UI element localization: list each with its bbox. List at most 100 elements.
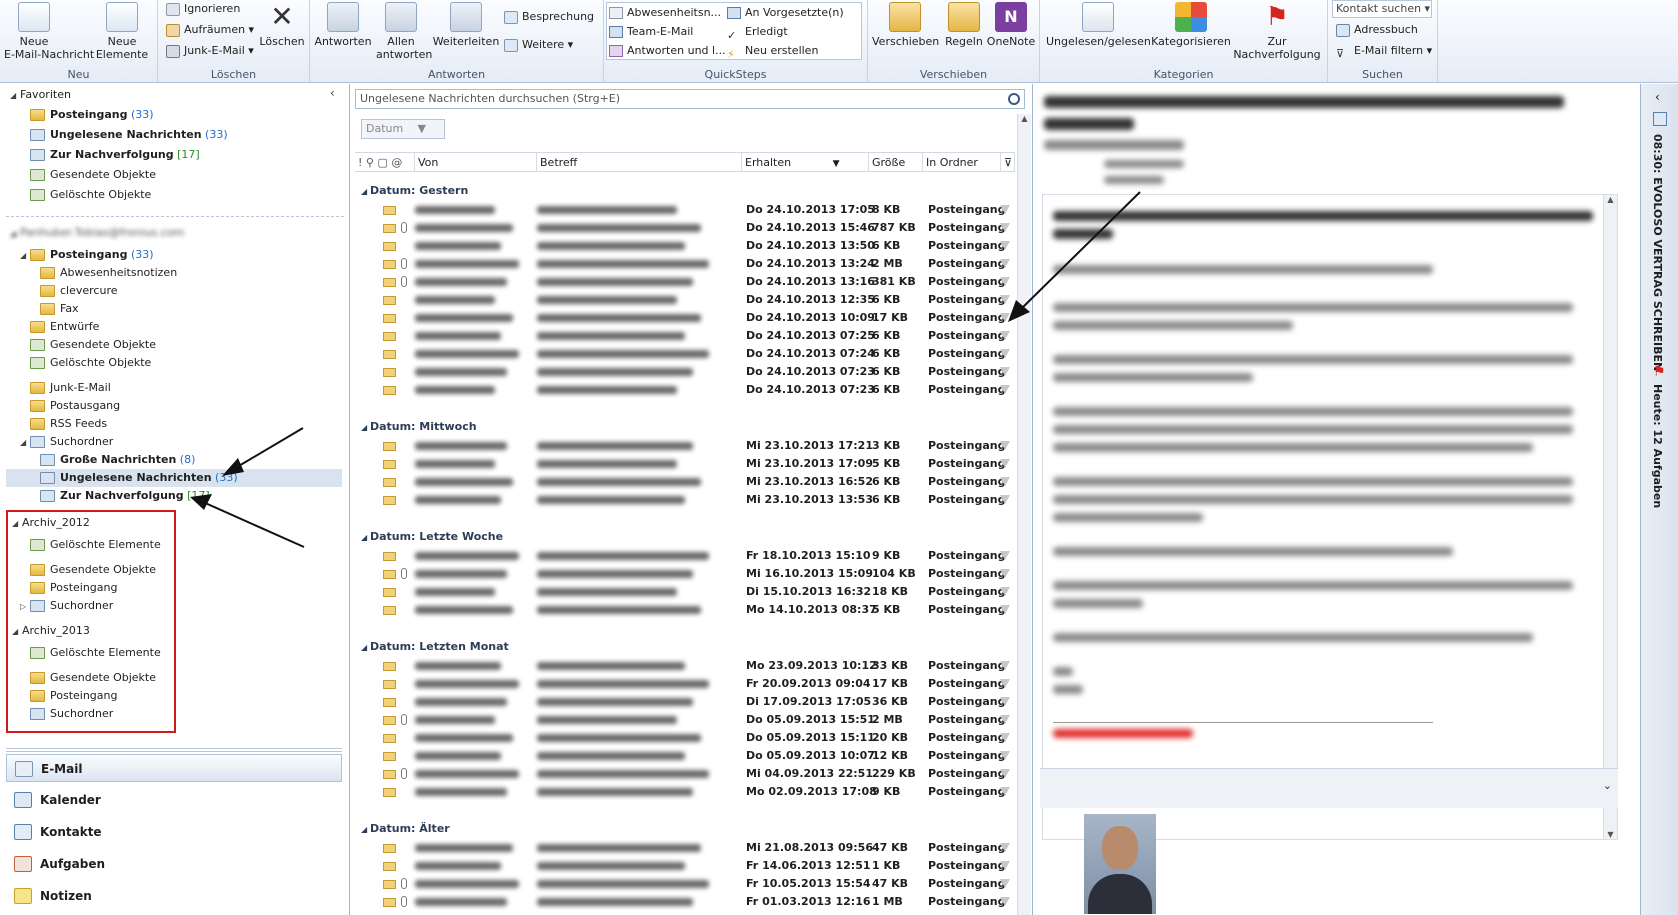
- message-row[interactable]: Mi 23.10.2013 13:53 6 KB Posteingang: [355, 491, 1015, 509]
- flag-icon[interactable]: [1000, 259, 1010, 268]
- message-row[interactable]: Mo 02.09.2013 17:08 9 KB Posteingang: [355, 783, 1015, 801]
- archive-2012-item[interactable]: Gesendete Objekte: [30, 561, 375, 579]
- archive-2012-item[interactable]: Gelöschte Elemente: [30, 536, 375, 554]
- message-row[interactable]: Do 05.09.2013 15:51 2 MB Posteingang: [355, 711, 1015, 729]
- flag-icon[interactable]: [1000, 733, 1010, 742]
- search-input[interactable]: Ungelesene Nachrichten durchsuchen (Strg…: [355, 89, 1025, 109]
- search-folders-root[interactable]: ◢ Suchordner: [20, 433, 365, 451]
- module-tasks[interactable]: Aufgaben: [6, 850, 342, 878]
- search-icon[interactable]: [1008, 93, 1020, 105]
- people-pane-bar[interactable]: ⌄: [1040, 768, 1618, 808]
- qs-done[interactable]: ✓ Erledigt: [727, 22, 788, 42]
- flag-icon[interactable]: [1000, 751, 1010, 760]
- outbox-folder[interactable]: Postausgang: [30, 397, 375, 415]
- message-row[interactable]: Do 05.09.2013 10:07 12 KB Posteingang: [355, 747, 1015, 765]
- rss-folder[interactable]: RSS Feeds: [30, 415, 375, 433]
- flag-icon[interactable]: [1000, 769, 1010, 778]
- new-email-button[interactable]: Neue E-Mail-Nachricht: [4, 2, 94, 61]
- fav-sent[interactable]: Gesendete Objekte: [30, 166, 375, 184]
- categorize-button[interactable]: Kategorisieren: [1150, 2, 1232, 48]
- qs-create-new[interactable]: ⚡ Neu erstellen: [727, 41, 818, 61]
- flag-icon[interactable]: [1000, 569, 1010, 578]
- message-row[interactable]: Do 24.10.2013 07:23 6 KB Posteingang: [355, 381, 1015, 399]
- module-calendar[interactable]: Kalender: [6, 786, 342, 814]
- reply-button[interactable]: Antworten: [314, 2, 372, 48]
- flag-icon[interactable]: [1000, 661, 1010, 670]
- sort-dropdown[interactable]: Datum ▼: [361, 119, 445, 139]
- mailbox-header[interactable]: ◢ Panhuber.Tobias@fronius.com: [10, 224, 355, 242]
- fav-followup[interactable]: Zur Nachverfolgung [17]: [30, 146, 375, 164]
- message-row[interactable]: Fr 20.09.2013 09:04 17 KB Posteingang: [355, 675, 1015, 693]
- message-row[interactable]: Di 17.09.2013 17:05 36 KB Posteingang: [355, 693, 1015, 711]
- ignore-button[interactable]: Ignorieren: [166, 0, 240, 18]
- chevron-down-icon[interactable]: ⌄: [1603, 779, 1612, 792]
- flag-icon[interactable]: [1000, 367, 1010, 376]
- module-notes[interactable]: Notizen: [6, 882, 342, 910]
- inbox-folder[interactable]: ◢ Posteingang (33): [20, 246, 365, 264]
- message-row[interactable]: Fr 18.10.2013 15:10 9 KB Posteingang: [355, 547, 1015, 565]
- message-row[interactable]: Do 05.09.2013 15:11 20 KB Posteingang: [355, 729, 1015, 747]
- address-book-button[interactable]: Adressbuch: [1336, 21, 1418, 39]
- message-row[interactable]: Di 15.10.2013 16:32 18 KB Posteingang: [355, 583, 1015, 601]
- module-contacts[interactable]: Kontakte: [6, 818, 342, 846]
- qs-to-manager[interactable]: An Vorgesetzte(n): [727, 3, 844, 22]
- deleted-folder[interactable]: Gelöschte Objekte: [30, 354, 375, 372]
- archive-2012-item[interactable]: Posteingang: [30, 579, 375, 597]
- fav-unread[interactable]: Ungelesene Nachrichten (33): [30, 126, 375, 144]
- flag-icon[interactable]: [1000, 787, 1010, 796]
- message-row[interactable]: Mi 16.10.2013 15:09 104 KB Posteingang: [355, 565, 1015, 583]
- group-header[interactable]: ◢ Datum: Mittwoch: [361, 418, 477, 436]
- junk-button[interactable]: Junk-E-Mail ▾: [166, 42, 254, 60]
- message-row[interactable]: Do 24.10.2013 12:35 6 KB Posteingang: [355, 291, 1015, 309]
- message-row[interactable]: Do 24.10.2013 10:09 17 KB Posteingang: [355, 309, 1015, 327]
- move-button[interactable]: Verschieben: [872, 2, 939, 48]
- splitter[interactable]: [6, 748, 342, 752]
- flag-icon[interactable]: [1000, 605, 1010, 614]
- group-header[interactable]: ◢ Datum: Gestern: [361, 182, 468, 200]
- archive-2012[interactable]: ◢ Archiv_2012: [12, 514, 357, 532]
- new-items-button[interactable]: Neue Elemente: [92, 2, 152, 61]
- flag-icon[interactable]: [1000, 459, 1010, 468]
- folder-item[interactable]: clevercure: [40, 282, 385, 300]
- message-row[interactable]: Do 24.10.2013 07:23 6 KB Posteingang: [355, 363, 1015, 381]
- folder-item[interactable]: Fax: [40, 300, 385, 318]
- flag-icon[interactable]: [1000, 715, 1010, 724]
- group-header[interactable]: ◢ Datum: Letzte Woche: [361, 528, 503, 546]
- flag-icon[interactable]: [1000, 349, 1010, 358]
- flag-icon[interactable]: [1000, 477, 1010, 486]
- flag-icon[interactable]: [1000, 843, 1010, 852]
- flag-icon[interactable]: [1000, 697, 1010, 706]
- unread-read-button[interactable]: Ungelesen/gelesen: [1046, 2, 1151, 48]
- column-folder[interactable]: In Ordner: [923, 153, 1001, 172]
- message-row[interactable]: Mi 04.09.2013 22:51 229 KB Posteingang: [355, 765, 1015, 783]
- column-received[interactable]: Erhalten ▼: [742, 153, 869, 172]
- qs-out-of-office[interactable]: Abwesenheitsn...: [609, 3, 721, 22]
- sent-folder[interactable]: Gesendete Objekte: [30, 336, 375, 354]
- rules-button[interactable]: Regeln: [942, 2, 986, 48]
- column-subject[interactable]: Betreff: [537, 153, 742, 172]
- message-row[interactable]: Mi 21.08.2013 09:56 47 KB Posteingang: [355, 839, 1015, 857]
- message-row[interactable]: Mi 23.10.2013 17:09 5 KB Posteingang: [355, 455, 1015, 473]
- qs-team-email[interactable]: Team-E-Mail: [609, 22, 693, 41]
- message-row[interactable]: Do 24.10.2013 15:46 787 KB Posteingang: [355, 219, 1015, 237]
- message-row[interactable]: Mi 23.10.2013 16:52 6 KB Posteingang: [355, 473, 1015, 491]
- cleanup-button[interactable]: Aufräumen ▾: [166, 21, 254, 39]
- task-count[interactable]: Heute: 12 Aufgaben: [1651, 384, 1664, 508]
- qs-reply-delete[interactable]: Antworten und l...: [609, 41, 726, 60]
- column-size[interactable]: Größe: [869, 153, 923, 172]
- flag-icon[interactable]: [1000, 295, 1010, 304]
- column-from[interactable]: Von: [415, 153, 537, 172]
- flag-icon[interactable]: [1000, 277, 1010, 286]
- message-row[interactable]: Do 24.10.2013 13:50 6 KB Posteingang: [355, 237, 1015, 255]
- folder-item[interactable]: Abwesenheitsnotizen: [40, 264, 385, 282]
- meeting-button[interactable]: Besprechung: [504, 8, 594, 26]
- flag-icon[interactable]: [1000, 495, 1010, 504]
- archive-2013-item[interactable]: Posteingang: [30, 687, 375, 705]
- collapse-nav-icon[interactable]: ‹: [330, 86, 335, 100]
- flag-icon[interactable]: [1000, 587, 1010, 596]
- collapse-todo-icon[interactable]: ‹: [1655, 90, 1660, 104]
- flag-icon[interactable]: [1000, 205, 1010, 214]
- scroll-down-icon[interactable]: ▼: [1604, 830, 1617, 839]
- flag-icon[interactable]: [1000, 897, 1010, 906]
- flag-icon[interactable]: [1000, 861, 1010, 870]
